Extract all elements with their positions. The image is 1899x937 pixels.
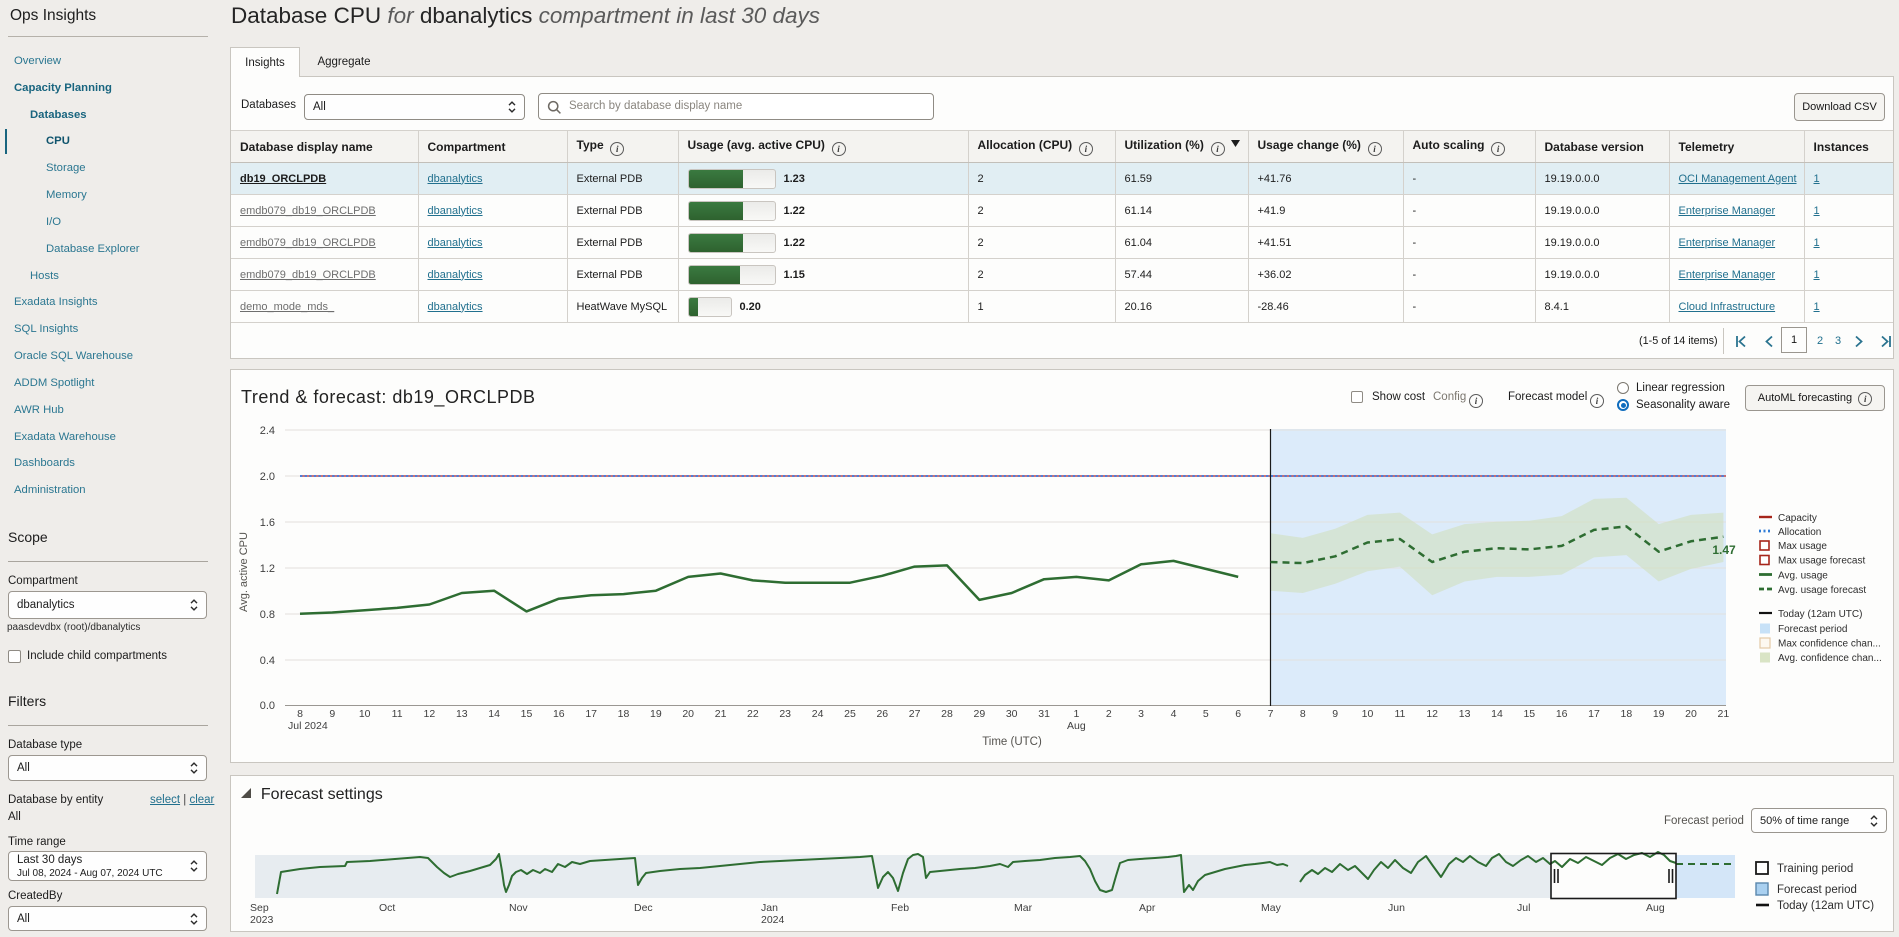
svg-text:Training period: Training period	[1777, 863, 1853, 875]
svg-text:19: 19	[650, 708, 662, 720]
svg-text:Jun: Jun	[1388, 902, 1405, 914]
svg-text:1.2: 1.2	[260, 563, 275, 575]
svg-text:Avg. usage forecast: Avg. usage forecast	[1778, 585, 1866, 596]
svg-text:Max usage: Max usage	[1778, 541, 1827, 552]
svg-text:10: 10	[359, 708, 371, 720]
svg-text:17: 17	[1588, 708, 1600, 720]
svg-text:12: 12	[424, 708, 436, 720]
svg-text:14: 14	[1491, 708, 1503, 720]
svg-text:Avg. confidence chan...: Avg. confidence chan...	[1778, 653, 1882, 664]
svg-text:19: 19	[1653, 708, 1665, 720]
svg-text:Today (12am UTC): Today (12am UTC)	[1777, 900, 1874, 912]
svg-text:1: 1	[1073, 708, 1079, 720]
svg-text:3: 3	[1138, 708, 1144, 720]
svg-text:29: 29	[974, 708, 986, 720]
svg-text:8: 8	[297, 708, 303, 720]
svg-text:2.4: 2.4	[260, 425, 275, 437]
svg-text:30: 30	[1006, 708, 1018, 720]
svg-text:22: 22	[747, 708, 759, 720]
svg-text:10: 10	[1362, 708, 1374, 720]
svg-text:18: 18	[1621, 708, 1633, 720]
svg-text:Avg. usage: Avg. usage	[1778, 571, 1828, 582]
svg-text:Forecast period: Forecast period	[1777, 884, 1857, 896]
svg-text:Allocation: Allocation	[1778, 527, 1821, 538]
svg-text:Apr: Apr	[1139, 902, 1156, 914]
svg-text:16: 16	[553, 708, 565, 720]
svg-text:Capacity: Capacity	[1778, 513, 1817, 524]
svg-text:11: 11	[392, 708, 403, 720]
svg-text:14: 14	[488, 708, 500, 720]
svg-text:Aug: Aug	[1646, 902, 1665, 914]
svg-text:Time (UTC): Time (UTC)	[982, 736, 1042, 748]
svg-text:27: 27	[909, 708, 921, 720]
svg-text:2024: 2024	[761, 914, 785, 926]
svg-text:Dec: Dec	[634, 902, 653, 914]
svg-text:Oct: Oct	[379, 902, 395, 914]
svg-text:23: 23	[779, 708, 791, 720]
svg-text:8: 8	[1300, 708, 1306, 720]
svg-text:16: 16	[1556, 708, 1568, 720]
svg-text:13: 13	[456, 708, 468, 720]
svg-text:20: 20	[682, 708, 694, 720]
svg-text:21: 21	[1718, 708, 1730, 720]
svg-text:1.47: 1.47	[1712, 543, 1736, 557]
svg-text:17: 17	[585, 708, 597, 720]
svg-text:Jul 2024: Jul 2024	[288, 720, 328, 732]
svg-text:Nov: Nov	[509, 902, 528, 914]
svg-text:Max usage forecast: Max usage forecast	[1778, 556, 1865, 567]
svg-text:9: 9	[329, 708, 335, 720]
svg-text:1.6: 1.6	[260, 517, 275, 529]
svg-text:Avg. active CPU: Avg. active CPU	[238, 532, 250, 612]
svg-text:Forecast period: Forecast period	[1778, 624, 1847, 635]
svg-text:31: 31	[1038, 708, 1050, 720]
svg-text:9: 9	[1332, 708, 1338, 720]
svg-text:Mar: Mar	[1014, 902, 1033, 914]
svg-text:Max confidence chan...: Max confidence chan...	[1778, 639, 1881, 650]
svg-text:2: 2	[1106, 708, 1112, 720]
svg-text:21: 21	[715, 708, 727, 720]
svg-text:0.8: 0.8	[260, 609, 275, 621]
svg-text:11: 11	[1394, 708, 1405, 720]
svg-text:15: 15	[521, 708, 533, 720]
svg-text:6: 6	[1235, 708, 1241, 720]
svg-text:26: 26	[876, 708, 888, 720]
svg-text:18: 18	[618, 708, 630, 720]
svg-text:24: 24	[812, 708, 824, 720]
svg-text:25: 25	[844, 708, 856, 720]
svg-text:0.0: 0.0	[260, 700, 275, 712]
svg-text:Today (12am UTC): Today (12am UTC)	[1778, 609, 1862, 620]
svg-text:2023: 2023	[250, 914, 274, 926]
svg-text:15: 15	[1523, 708, 1535, 720]
svg-text:12: 12	[1426, 708, 1438, 720]
svg-text:May: May	[1261, 902, 1282, 914]
svg-text:Aug: Aug	[1067, 720, 1086, 732]
svg-text:Jan: Jan	[761, 902, 778, 914]
svg-text:20: 20	[1685, 708, 1697, 720]
svg-text:0.4: 0.4	[260, 655, 275, 667]
svg-text:2.0: 2.0	[260, 471, 275, 483]
svg-text:4: 4	[1171, 708, 1177, 720]
svg-text:7: 7	[1268, 708, 1274, 720]
svg-text:Feb: Feb	[891, 902, 909, 914]
svg-text:Jul: Jul	[1517, 902, 1530, 914]
svg-text:Sep: Sep	[250, 902, 269, 914]
svg-text:28: 28	[941, 708, 953, 720]
svg-text:5: 5	[1203, 708, 1209, 720]
svg-text:13: 13	[1459, 708, 1471, 720]
